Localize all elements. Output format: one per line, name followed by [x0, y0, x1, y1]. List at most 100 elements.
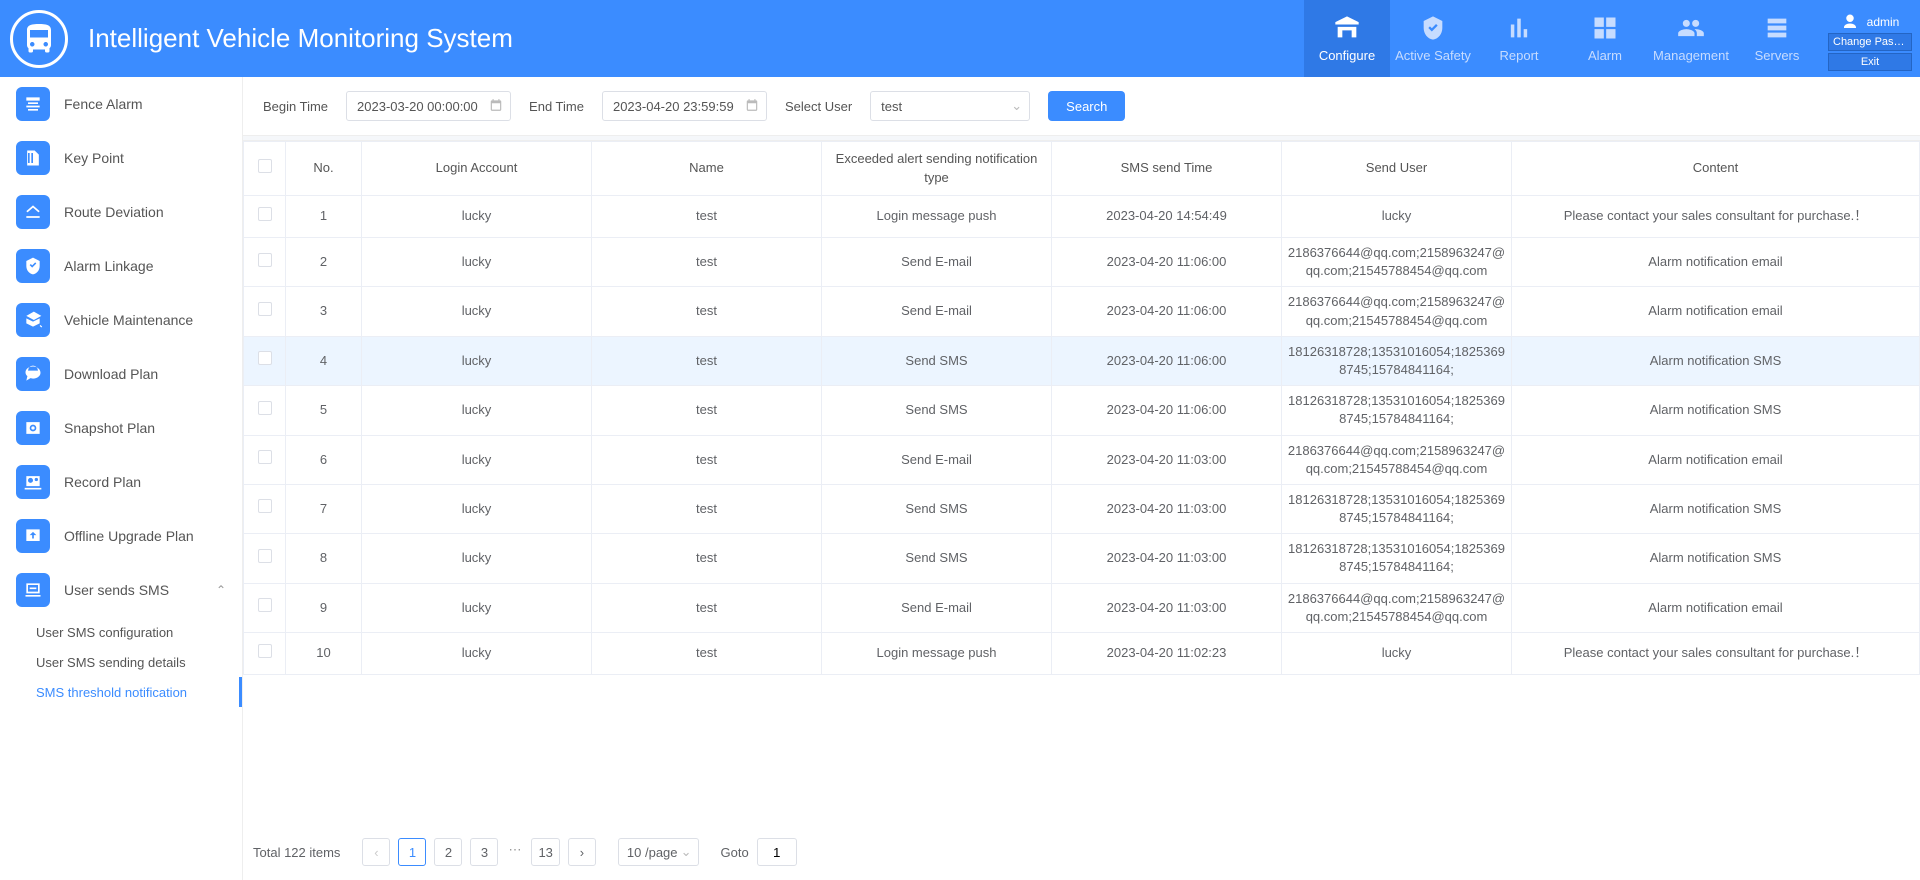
cell-content: Alarm notification SMS — [1512, 386, 1920, 435]
table-row[interactable]: 5luckytestSend SMS2023-04-20 11:06:00181… — [244, 386, 1920, 435]
cell-time: 2023-04-20 11:06:00 — [1052, 336, 1282, 385]
cell-type: Send SMS — [822, 534, 1052, 583]
row-checkbox[interactable] — [258, 302, 272, 316]
sidebar-icon — [16, 573, 50, 607]
search-button[interactable]: Search — [1048, 91, 1125, 121]
cell-time: 2023-04-20 11:03:00 — [1052, 435, 1282, 484]
cell-no: 8 — [286, 534, 362, 583]
table-row[interactable]: 6luckytestSend E-mail2023-04-20 11:03:00… — [244, 435, 1920, 484]
table-row[interactable]: 1luckytestLogin message push2023-04-20 1… — [244, 196, 1920, 238]
cell-no: 5 — [286, 386, 362, 435]
exit-button[interactable]: Exit — [1828, 53, 1912, 71]
sidebar-icon — [16, 195, 50, 229]
page-2[interactable]: 2 — [434, 838, 462, 866]
user-name: admin — [1867, 15, 1900, 29]
cell-name: test — [592, 534, 822, 583]
table-row[interactable]: 3luckytestSend E-mail2023-04-20 11:06:00… — [244, 287, 1920, 336]
select-user-label: Select User — [785, 99, 852, 114]
row-checkbox[interactable] — [258, 207, 272, 221]
row-checkbox[interactable] — [258, 450, 272, 464]
nav-configure[interactable]: Configure — [1304, 0, 1390, 77]
page-1[interactable]: 1 — [398, 838, 426, 866]
cell-time: 2023-04-20 11:03:00 — [1052, 583, 1282, 632]
end-time-input[interactable] — [602, 91, 767, 121]
sidebar-item-fence-alarm[interactable]: Fence Alarm — [0, 77, 242, 131]
sidebar-item-route-deviation[interactable]: Route Deviation — [0, 185, 242, 239]
table-row[interactable]: 2luckytestSend E-mail2023-04-20 11:06:00… — [244, 238, 1920, 287]
cell-no: 6 — [286, 435, 362, 484]
change-password-button[interactable]: Change Pass... — [1828, 33, 1912, 51]
sidebar-icon — [16, 465, 50, 499]
cell-account: lucky — [362, 386, 592, 435]
cell-type: Login message push — [822, 633, 1052, 675]
col-header: No. — [286, 142, 362, 196]
row-checkbox[interactable] — [258, 351, 272, 365]
page-ellipsis: ⋯ — [506, 838, 523, 866]
cell-send-user: 18126318728;13531016054;18253698745;1578… — [1282, 534, 1512, 583]
row-checkbox[interactable] — [258, 499, 272, 513]
goto-page-input[interactable] — [757, 838, 797, 866]
page-size-select[interactable]: 10 /page ⌄ — [618, 838, 699, 866]
sidebar-item-alarm-linkage[interactable]: Alarm Linkage — [0, 239, 242, 293]
cell-time: 2023-04-20 11:03:00 — [1052, 484, 1282, 533]
sidebar-item-record-plan[interactable]: Record Plan — [0, 455, 242, 509]
nav-report[interactable]: Report — [1476, 0, 1562, 77]
select-user-input[interactable] — [870, 91, 1030, 121]
nav-icon — [1505, 14, 1533, 42]
cell-time: 2023-04-20 14:54:49 — [1052, 196, 1282, 238]
main-content: Begin Time End Time Select User — [243, 77, 1920, 880]
chevron-up-icon: ⌃ — [216, 583, 226, 597]
nav-servers[interactable]: Servers — [1734, 0, 1820, 77]
table-row[interactable]: 7luckytestSend SMS2023-04-20 11:03:00181… — [244, 484, 1920, 533]
row-checkbox[interactable] — [258, 549, 272, 563]
table-row[interactable]: 9luckytestSend E-mail2023-04-20 11:03:00… — [244, 583, 1920, 632]
cell-name: test — [592, 196, 822, 238]
user-panel: admin Change Pass... Exit — [1820, 7, 1920, 71]
col-header: Send User — [1282, 142, 1512, 196]
sidebar-item-snapshot-plan[interactable]: Snapshot Plan — [0, 401, 242, 455]
cell-type: Send SMS — [822, 484, 1052, 533]
table-row[interactable]: 8luckytestSend SMS2023-04-20 11:03:00181… — [244, 534, 1920, 583]
row-checkbox[interactable] — [258, 253, 272, 267]
sidebar-item-offline-upgrade-plan[interactable]: Offline Upgrade Plan — [0, 509, 242, 563]
nav-active-safety[interactable]: Active Safety — [1390, 0, 1476, 77]
cell-type: Send E-mail — [822, 287, 1052, 336]
page-3[interactable]: 3 — [470, 838, 498, 866]
sidebar-subitem-sms-threshold-notification[interactable]: SMS threshold notification — [0, 677, 242, 707]
row-checkbox[interactable] — [258, 644, 272, 658]
cell-send-user: 2186376644@qq.com;2158963247@qq.com;2154… — [1282, 435, 1512, 484]
col-header: SMS send Time — [1052, 142, 1282, 196]
sidebar-item-user-sends-sms[interactable]: User sends SMS⌃ — [0, 563, 242, 617]
results-table: No.Login AccountNameExceeded alert sendi… — [243, 141, 1920, 675]
cell-send-user: 18126318728;13531016054;18253698745;1578… — [1282, 386, 1512, 435]
cell-content: Please contact your sales consultant for… — [1512, 633, 1920, 675]
sidebar-item-download-plan[interactable]: Download Plan — [0, 347, 242, 401]
cell-time: 2023-04-20 11:02:23 — [1052, 633, 1282, 675]
cell-send-user: 2186376644@qq.com;2158963247@qq.com;2154… — [1282, 287, 1512, 336]
prev-page-button[interactable]: ‹ — [362, 838, 390, 866]
cell-account: lucky — [362, 484, 592, 533]
nav-alarm[interactable]: Alarm — [1562, 0, 1648, 77]
cell-account: lucky — [362, 534, 592, 583]
sidebar-icon — [16, 357, 50, 391]
chevron-down-icon: ⌄ — [681, 844, 692, 860]
row-checkbox[interactable] — [258, 598, 272, 612]
begin-time-input[interactable] — [346, 91, 511, 121]
cell-type: Send E-mail — [822, 583, 1052, 632]
next-page-button[interactable]: › — [568, 838, 596, 866]
cell-type: Login message push — [822, 196, 1052, 238]
page-13[interactable]: 13 — [531, 838, 559, 866]
select-all-checkbox[interactable] — [258, 159, 272, 173]
sidebar-subitem-user-sms-sending-details[interactable]: User SMS sending details — [0, 647, 242, 677]
cell-type: Send E-mail — [822, 238, 1052, 287]
cell-no: 1 — [286, 196, 362, 238]
cell-name: test — [592, 633, 822, 675]
table-row[interactable]: 10luckytestLogin message push2023-04-20 … — [244, 633, 1920, 675]
row-checkbox[interactable] — [258, 401, 272, 415]
table-row[interactable]: 4luckytestSend SMS2023-04-20 11:06:00181… — [244, 336, 1920, 385]
sidebar-item-vehicle-maintenance[interactable]: Vehicle Maintenance — [0, 293, 242, 347]
nav-management[interactable]: Management — [1648, 0, 1734, 77]
sidebar-item-key-point[interactable]: Key Point — [0, 131, 242, 185]
sidebar-subitem-user-sms-configuration[interactable]: User SMS configuration — [0, 617, 242, 647]
filter-bar: Begin Time End Time Select User — [243, 77, 1920, 135]
